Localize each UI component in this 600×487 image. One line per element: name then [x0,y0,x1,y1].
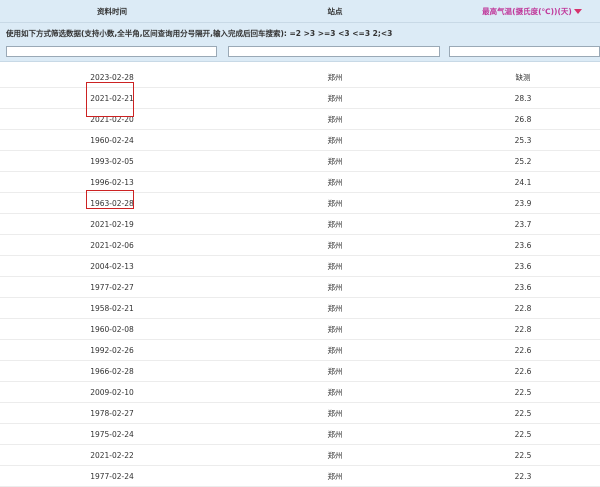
table-row: 1960-02-24 郑州 25.3 [0,130,600,151]
cell-temp: 22.8 [514,324,532,334]
table-row: 1978-02-27 郑州 22.5 [0,403,600,424]
table-header: 资料时间 站点 最高气温(摄氏度(℃))(天) [0,0,600,23]
cell-station: 郑州 [327,303,343,313]
cell-station: 郑州 [327,135,343,145]
cell-date: 2021-02-22 [90,450,134,460]
cell-date: 2021-02-21 [90,93,134,103]
cell-station: 郑州 [327,408,343,418]
column-header-temp[interactable]: 最高气温(摄氏度(℃))(天) [446,6,600,17]
cell-temp: 25.3 [514,135,532,145]
cell-date: 1975-02-24 [90,429,134,439]
cell-station: 郑州 [327,198,343,208]
table-row: 2009-02-10 郑州 22.5 [0,382,600,403]
cell-temp: 25.2 [514,156,532,166]
cell-temp: 28.3 [514,93,532,103]
table-row: 2021-02-19 郑州 23.7 [0,214,600,235]
table-row: 1993-02-05 郑州 25.2 [0,151,600,172]
cell-date: 2023-02-28 [90,72,134,82]
cell-temp: 24.1 [514,177,532,187]
cell-temp: 23.7 [514,219,532,229]
cell-temp: 22.5 [514,450,532,460]
cell-temp: 缺测 [515,72,531,82]
cell-station: 郑州 [327,345,343,355]
table-row: 1963-02-28 郑州 23.9 [0,193,600,214]
cell-date: 1958-02-21 [90,303,134,313]
column-header-station[interactable]: 站点 [224,6,446,17]
cell-temp: 22.6 [514,366,532,376]
cell-date: 2021-02-20 [90,114,134,124]
date-filter-input[interactable] [6,46,217,57]
cell-station: 郑州 [327,93,343,103]
cell-date: 1960-02-24 [90,135,134,145]
cell-date: 1966-02-28 [90,366,134,376]
cell-temp: 22.5 [514,408,532,418]
temp-filter-input[interactable] [449,46,600,57]
cell-date: 1977-02-24 [90,471,134,481]
cell-station: 郑州 [327,387,343,397]
table-body: 2023-02-28 郑州 缺测 2021-02-21 郑州 28.3 2021-02-20… [0,67,600,487]
cell-station: 郑州 [327,114,343,124]
cell-temp: 22.6 [514,345,532,355]
cell-date: 2009-02-10 [90,387,134,397]
cell-station: 郑州 [327,429,343,439]
column-header-temp-label: 最高气温(摄氏度(℃))(天) [482,6,572,16]
cell-date: 2021-02-19 [90,219,134,229]
cell-temp: 23.6 [514,240,532,250]
data-table: 资料时间 站点 最高气温(摄氏度(℃))(天) 使用如下方式筛选数据(支持小数,… [0,0,600,487]
table-row: 2023-02-28 郑州 缺测 [0,67,600,88]
cell-station: 郑州 [327,72,343,82]
cell-station: 郑州 [327,471,343,481]
cell-date: 2004-02-13 [90,261,134,271]
table-row: 1977-02-27 郑州 23.6 [0,277,600,298]
table-row: 1992-02-26 郑州 22.6 [0,340,600,361]
cell-temp: 22.3 [514,471,532,481]
cell-temp: 22.5 [514,387,532,397]
cell-date: 1960-02-08 [90,324,134,334]
cell-date: 1977-02-27 [90,282,134,292]
column-header-date[interactable]: 资料时间 [0,6,224,17]
cell-station: 郑州 [327,450,343,460]
cell-station: 郑州 [327,282,343,292]
cell-temp: 22.5 [514,429,532,439]
table-row: 1966-02-28 郑州 22.6 [0,361,600,382]
cell-station: 郑州 [327,366,343,376]
table-row: 2021-02-21 郑州 28.3 [0,88,600,109]
table-row: 2021-02-22 郑州 22.5 [0,445,600,466]
station-filter-input[interactable] [228,46,440,57]
cell-date: 1996-02-13 [90,177,134,187]
sort-desc-icon[interactable] [573,9,582,14]
cell-temp: 23.6 [514,261,532,271]
table-row: 1960-02-08 郑州 22.8 [0,319,600,340]
table-row: 1977-02-24 郑州 22.3 [0,466,600,487]
cell-station: 郑州 [327,219,343,229]
cell-temp: 23.9 [514,198,532,208]
cell-date: 1978-02-27 [90,408,134,418]
cell-date: 1992-02-26 [90,345,134,355]
cell-station: 郑州 [327,156,343,166]
cell-temp: 26.8 [514,114,532,124]
cell-date: 2021-02-06 [90,240,134,250]
cell-station: 郑州 [327,177,343,187]
cell-temp: 23.6 [514,282,532,292]
cell-station: 郑州 [327,324,343,334]
table-row: 2021-02-20 郑州 26.8 [0,109,600,130]
table-row: 1958-02-21 郑州 22.8 [0,298,600,319]
table-row: 1975-02-24 郑州 22.5 [0,424,600,445]
filter-area: 使用如下方式筛选数据(支持小数,全半角,区间查询用分号隔开,输入完成后回车搜索)… [0,23,600,62]
table-row: 2004-02-13 郑州 23.6 [0,256,600,277]
table-row: 1996-02-13 郑州 24.1 [0,172,600,193]
table-row: 2021-02-06 郑州 23.6 [0,235,600,256]
cell-station: 郑州 [327,240,343,250]
cell-date: 1993-02-05 [90,156,134,166]
filter-hint: 使用如下方式筛选数据(支持小数,全半角,区间查询用分号隔开,输入完成后回车搜索)… [6,29,393,38]
cell-temp: 22.8 [514,303,532,313]
cell-date: 1963-02-28 [90,198,134,208]
cell-station: 郑州 [327,261,343,271]
